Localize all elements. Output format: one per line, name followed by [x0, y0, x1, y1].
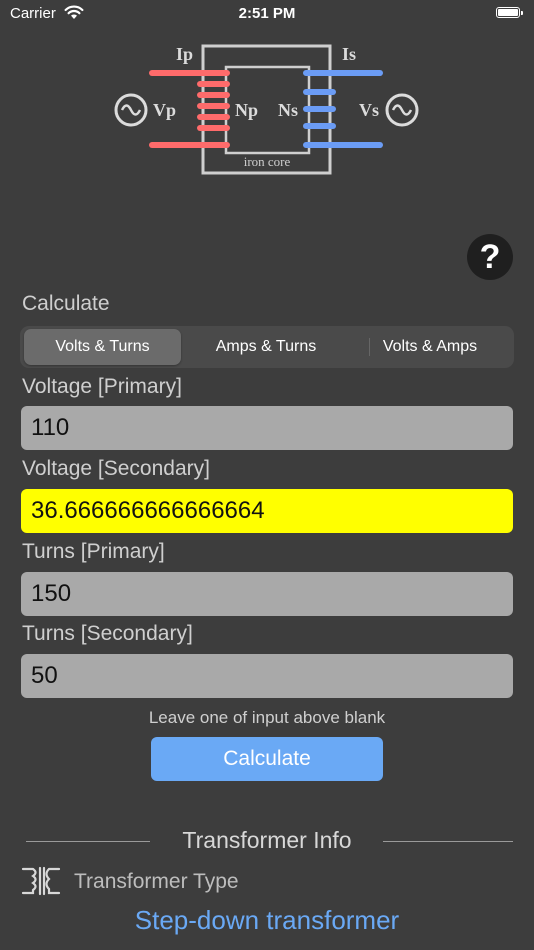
transformer-diagram: Ip Is Vp Vs Np Ns iron core: [114, 44, 419, 175]
status-bar: Carrier 2:51 PM: [0, 0, 534, 30]
label-is: Is: [342, 44, 356, 64]
mode-segmented-control: Volts & Turns Amps & Turns Volts & Amps: [20, 326, 514, 368]
transformer-type-icon: [21, 866, 61, 896]
label-vs: Vs: [359, 100, 379, 120]
ac-source-primary-icon: [114, 93, 148, 127]
input-hint: Leave one of input above blank: [148, 708, 386, 727]
tab-volts-turns[interactable]: Volts & Turns: [24, 329, 181, 365]
calculate-section-label: Calculate: [22, 292, 110, 315]
transformer-type-label: Transformer Type: [74, 870, 239, 893]
label-np: Np: [235, 100, 258, 120]
turns-secondary-input[interactable]: 50: [21, 654, 513, 698]
voltage-secondary-label: Voltage [Secondary]: [22, 457, 210, 480]
status-time: 2:51 PM: [238, 5, 296, 22]
label-ip: Ip: [176, 44, 193, 64]
tab-amps-turns[interactable]: Amps & Turns: [186, 329, 346, 365]
calculate-button[interactable]: Calculate: [151, 737, 383, 781]
ac-source-secondary-icon: [385, 93, 419, 127]
turns-primary-input[interactable]: 150: [21, 572, 513, 616]
turns-primary-label: Turns [Primary]: [22, 540, 165, 563]
label-vp: Vp: [153, 100, 176, 120]
turns-secondary-label: Turns [Secondary]: [22, 622, 193, 645]
label-ns: Ns: [278, 100, 298, 120]
voltage-secondary-input[interactable]: 36.666666666666664: [21, 489, 513, 533]
voltage-primary-label: Voltage [Primary]: [22, 375, 182, 398]
label-iron-core: iron core: [244, 154, 291, 169]
tab-volts-amps[interactable]: Volts & Amps: [350, 329, 510, 365]
voltage-primary-input[interactable]: 110: [21, 406, 513, 450]
info-divider-right: [383, 841, 513, 842]
battery-icon: [496, 7, 523, 18]
transformer-type-value: Step-down transformer: [134, 905, 400, 935]
help-button[interactable]: ?: [467, 234, 513, 280]
